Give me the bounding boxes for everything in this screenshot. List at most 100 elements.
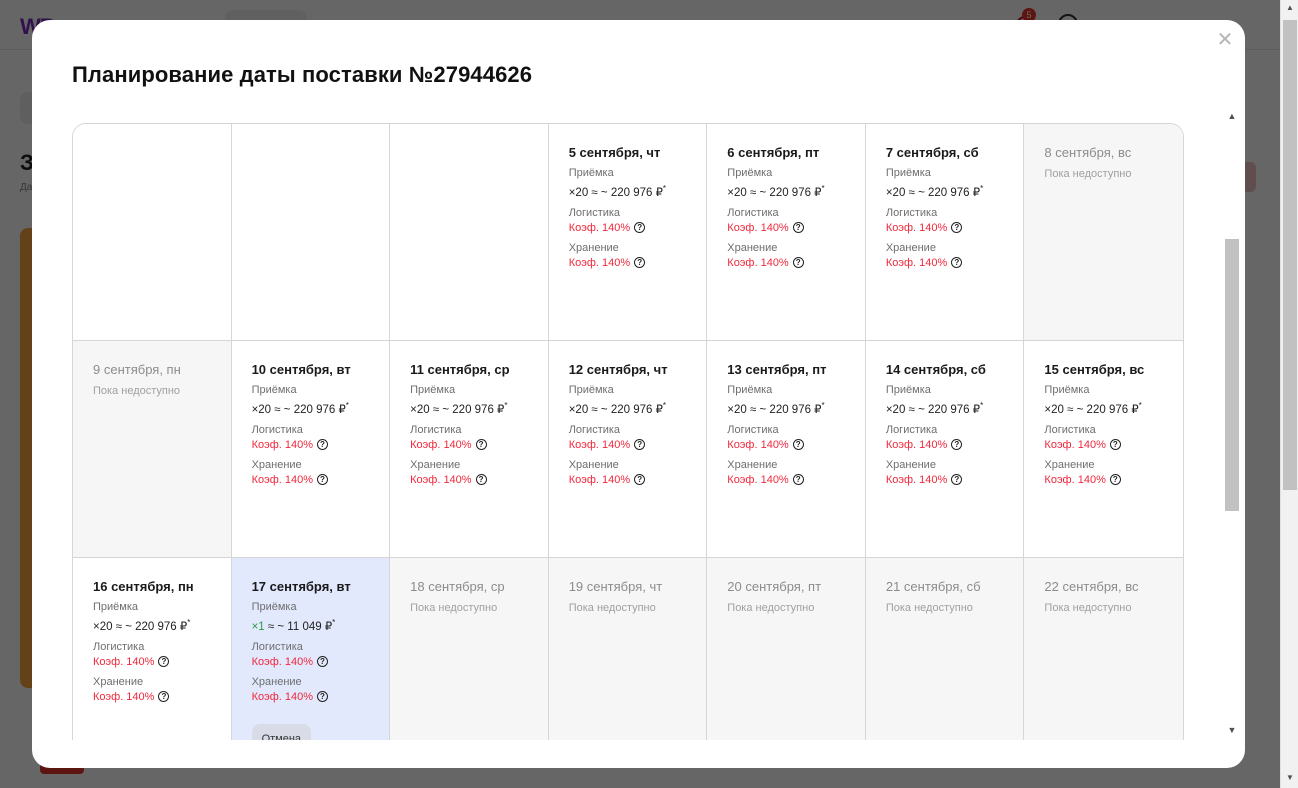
question-circle-icon[interactable]: ? xyxy=(1109,439,1121,451)
logistics-label: Логистика xyxy=(93,640,145,653)
modal-scrollbar-thumb[interactable] xyxy=(1225,239,1239,511)
question-circle-icon[interactable]: ? xyxy=(792,222,804,234)
coef-value: Коэф. 140% xyxy=(1044,473,1106,486)
question-circle-icon[interactable]: ? xyxy=(475,439,487,451)
footnote-mark: * xyxy=(345,401,349,410)
calendar-viewport: 5 сентября, чт Приёмка ×20 ≈ ~ 220 976 ₽* Л… xyxy=(72,123,1184,740)
close-icon[interactable]: ✕ xyxy=(1215,30,1235,50)
coef-value: Коэф. 140% xyxy=(93,655,155,668)
footnote-mark: * xyxy=(662,184,667,193)
storage-coef: Коэф. 140%? xyxy=(727,257,865,269)
coef-value: Коэф. 140% xyxy=(727,438,789,451)
calendar-day-cell[interactable]: 17 сентября, вт Приёмка ×1 ≈ ~ 11 049 ₽* Ло… xyxy=(231,558,391,740)
calendar-day-cell[interactable]: 11 сентября, ср Приёмка ×20 ≈ ~ 220 976 ₽*… xyxy=(390,341,549,558)
scroll-up-arrow-icon[interactable]: ▲ xyxy=(1281,0,1298,16)
storage-coef: Коэф. 140%? xyxy=(410,474,548,486)
logistics-label: Логистика xyxy=(251,640,303,653)
acceptance-cost: ×20 ≈ ~ 220 976 ₽* xyxy=(569,401,707,416)
question-circle-icon[interactable]: ? xyxy=(634,439,646,451)
modal-scrollbar[interactable]: ▲ ▼ xyxy=(1224,108,1240,740)
acceptance-multiplier: ×20 xyxy=(251,403,272,416)
question-circle-icon[interactable]: ? xyxy=(951,474,963,486)
question-circle-icon[interactable]: ? xyxy=(317,691,328,703)
calendar-day-cell[interactable]: 6 сентября, пт Приёмка ×20 ≈ ~ 220 976 ₽* Л… xyxy=(707,124,866,341)
unavailable-text: Пока недоступно xyxy=(93,385,181,397)
day-date: 19 сентября, чт xyxy=(568,579,663,594)
calendar-day-cell[interactable]: 10 сентября, вт Приёмка ×20 ≈ ~ 220 976 ₽*… xyxy=(231,341,391,558)
acceptance-multiplier: ×1 xyxy=(251,620,265,633)
acceptance-cost: ×20 ≈ ~ 220 976 ₽* xyxy=(410,401,548,416)
question-circle-icon[interactable]: ? xyxy=(634,222,646,234)
coef-value: Коэф. 140% xyxy=(251,438,313,451)
unavailable-text: Пока недоступно xyxy=(727,602,815,614)
coef-value: Коэф. 140% xyxy=(727,473,789,486)
page-scrollbar-thumb[interactable] xyxy=(1283,20,1297,490)
question-circle-icon[interactable]: ? xyxy=(951,222,963,234)
unavailable-text: Пока недоступно xyxy=(568,602,656,614)
storage-coef: Коэф. 140%? xyxy=(93,691,231,703)
day-date: 9 сентября, пн xyxy=(93,362,181,377)
question-circle-icon[interactable]: ? xyxy=(317,474,328,486)
question-circle-icon[interactable]: ? xyxy=(951,257,963,269)
calendar-day-cell[interactable]: 13 сентября, пт Приёмка ×20 ≈ ~ 220 976 ₽*… xyxy=(707,341,866,558)
logistics-coef: Коэф. 140%? xyxy=(93,656,231,668)
acceptance-amount: ≈ ~ 220 976 ₽ xyxy=(591,186,663,199)
question-circle-icon[interactable]: ? xyxy=(792,439,804,451)
acceptance-amount: ≈ ~ 220 976 ₽ xyxy=(1067,403,1139,416)
day-date: 11 сентября, ср xyxy=(410,362,510,377)
page-scrollbar[interactable]: ▲ ▼ xyxy=(1280,0,1298,788)
acceptance-amount: ≈ ~ 11 049 ₽ xyxy=(267,620,333,633)
acceptance-cost: ×20 ≈ ~ 220 976 ₽* xyxy=(727,184,865,199)
day-date: 13 сентября, пт xyxy=(727,362,827,377)
question-circle-icon[interactable]: ? xyxy=(792,257,804,269)
acceptance-label: Приёмка xyxy=(727,384,773,396)
question-circle-icon[interactable]: ? xyxy=(158,656,170,668)
cancel-button[interactable]: Отмена xyxy=(251,724,312,740)
calendar-day-cell[interactable]: 5 сентября, чт Приёмка ×20 ≈ ~ 220 976 ₽* Л… xyxy=(548,124,708,341)
acceptance-amount: ≈ ~ 220 976 ₽ xyxy=(908,186,981,199)
question-circle-icon[interactable]: ? xyxy=(317,439,328,451)
acceptance-label: Приёмка xyxy=(727,167,773,179)
calendar-day-cell[interactable]: 16 сентября, пн Приёмка ×20 ≈ ~ 220 976 ₽*… xyxy=(73,558,232,740)
acceptance-label: Приёмка xyxy=(251,601,297,613)
logistics-label: Логистика xyxy=(727,423,779,436)
question-circle-icon[interactable]: ? xyxy=(1109,474,1121,486)
acceptance-label: Приёмка xyxy=(568,384,614,396)
question-circle-icon[interactable]: ? xyxy=(475,474,487,486)
acceptance-multiplier: ×20 xyxy=(727,186,747,199)
acceptance-amount: ≈ ~ 220 976 ₽ xyxy=(274,403,346,416)
acceptance-cost: ×20 ≈ ~ 220 976 ₽* xyxy=(886,401,1024,416)
modal-scroll-up-icon[interactable]: ▲ xyxy=(1224,108,1240,124)
calendar-empty-cell xyxy=(73,124,232,341)
storage-label: Хранение xyxy=(251,675,302,688)
coef-value: Коэф. 140% xyxy=(885,256,948,269)
storage-label: Хранение xyxy=(251,458,302,471)
question-circle-icon[interactable]: ? xyxy=(634,474,646,486)
day-date: 17 сентября, вт xyxy=(251,579,351,594)
storage-label: Хранение xyxy=(568,241,619,254)
footnote-mark: * xyxy=(821,184,825,193)
acceptance-multiplier: ×20 xyxy=(885,403,906,416)
question-circle-icon[interactable]: ? xyxy=(792,474,804,486)
calendar-day-cell[interactable]: 7 сентября, сб Приёмка ×20 ≈ ~ 220 976 ₽* Л… xyxy=(865,124,1025,341)
modal-scroll-down-icon[interactable]: ▼ xyxy=(1224,722,1240,738)
coef-value: Коэф. 140% xyxy=(885,221,948,234)
coef-value: Коэф. 140% xyxy=(251,655,313,668)
storage-label: Хранение xyxy=(727,241,778,254)
delivery-date-modal: Планирование даты поставки №27944626 ✕ 5… xyxy=(32,20,1245,768)
unavailable-text: Пока недоступно xyxy=(1044,168,1132,180)
scroll-down-arrow-icon[interactable]: ▼ xyxy=(1281,770,1298,786)
coef-value: Коэф. 140% xyxy=(251,690,313,703)
question-circle-icon[interactable]: ? xyxy=(317,656,328,668)
acceptance-multiplier: ×20 xyxy=(568,186,589,199)
question-circle-icon[interactable]: ? xyxy=(634,257,646,269)
calendar-day-cell[interactable]: 15 сентября, вс Приёмка ×20 ≈ ~ 220 976 ₽*… xyxy=(1024,341,1183,558)
calendar-day-cell[interactable]: 12 сентября, чт Приёмка ×20 ≈ ~ 220 976 ₽*… xyxy=(548,341,708,558)
coef-value: Коэф. 140% xyxy=(568,256,631,269)
modal-title: Планирование даты поставки №27944626 xyxy=(72,62,533,87)
calendar-day-cell[interactable]: 14 сентября, сб Приёмка ×20 ≈ ~ 220 976 ₽*… xyxy=(865,341,1025,558)
acceptance-label: Приёмка xyxy=(885,167,931,179)
question-circle-icon[interactable]: ? xyxy=(951,439,963,451)
unavailable-text: Пока недоступно xyxy=(410,602,498,614)
question-circle-icon[interactable]: ? xyxy=(158,691,170,703)
